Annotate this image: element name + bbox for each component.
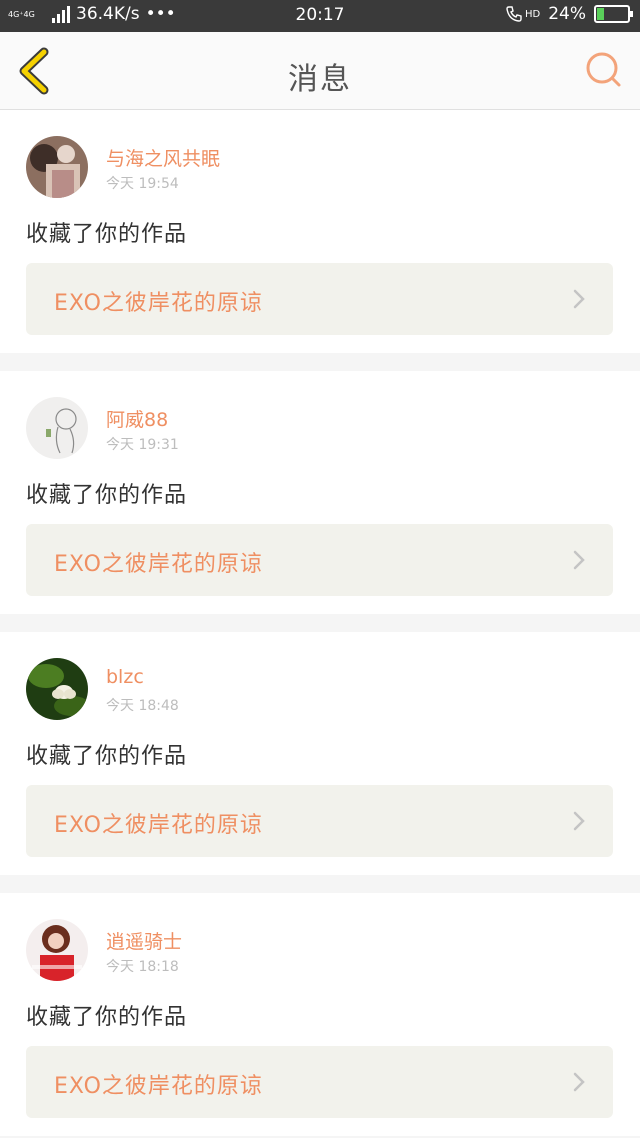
username[interactable]: blzc: [106, 666, 144, 688]
message-text: 收藏了你的作品: [26, 744, 188, 769]
message-time: 今天 18:48: [106, 698, 179, 714]
page-title: 消息: [288, 62, 352, 97]
status-bar: 4G⁺4G 36.4K/s ••• 20:17 HD 24%: [0, 0, 640, 32]
work-link[interactable]: EXO之彼岸花的原谅: [26, 524, 613, 596]
work-link[interactable]: EXO之彼岸花的原谅: [26, 263, 613, 335]
work-title: EXO之彼岸花的原谅: [54, 291, 263, 316]
message-time: 今天 19:54: [106, 176, 179, 192]
message-card: blzc 今天 18:48 收藏了你的作品 EXO之彼岸花的原谅: [0, 632, 640, 875]
work-title: EXO之彼岸花的原谅: [54, 1074, 263, 1099]
nav-bar: 消息: [0, 32, 640, 110]
work-link[interactable]: EXO之彼岸花的原谅: [26, 1046, 613, 1118]
hd-call-icon: HD: [505, 5, 540, 23]
username[interactable]: 阿威88: [106, 405, 168, 432]
chevron-right-icon: [573, 811, 585, 831]
battery-icon: [594, 5, 633, 23]
message-time: 今天 18:18: [106, 959, 179, 975]
search-icon: [586, 52, 621, 87]
chevron-right-icon: [573, 550, 585, 570]
message-text: 收藏了你的作品: [26, 483, 188, 508]
message-card: 阿威88 今天 19:31 收藏了你的作品 EXO之彼岸花的原谅: [0, 371, 640, 614]
message-list: 与海之风共眠 今天 19:54 收藏了你的作品 EXO之彼岸花的原谅 阿威88 …: [0, 110, 640, 1138]
search-button[interactable]: [582, 48, 626, 92]
work-title: EXO之彼岸花的原谅: [54, 813, 263, 838]
avatar[interactable]: [26, 397, 88, 459]
message-time: 今天 19:31: [106, 437, 179, 453]
avatar[interactable]: [26, 658, 88, 720]
message-text: 收藏了你的作品: [26, 1005, 188, 1030]
username[interactable]: 与海之风共眠: [106, 144, 220, 171]
message-card: 与海之风共眠 今天 19:54 收藏了你的作品 EXO之彼岸花的原谅: [0, 110, 640, 353]
message-card: 逍遥骑士 今天 18:18 收藏了你的作品 EXO之彼岸花的原谅: [0, 893, 640, 1136]
battery-percent: 24%: [548, 4, 586, 24]
avatar[interactable]: [26, 136, 88, 198]
hd-label: HD: [524, 8, 541, 20]
work-title: EXO之彼岸花的原谅: [54, 552, 263, 577]
username[interactable]: 逍遥骑士: [106, 927, 182, 954]
chevron-right-icon: [573, 1072, 585, 1092]
avatar[interactable]: [26, 919, 88, 981]
chevron-right-icon: [573, 289, 585, 309]
work-link[interactable]: EXO之彼岸花的原谅: [26, 785, 613, 857]
message-text: 收藏了你的作品: [26, 222, 188, 247]
